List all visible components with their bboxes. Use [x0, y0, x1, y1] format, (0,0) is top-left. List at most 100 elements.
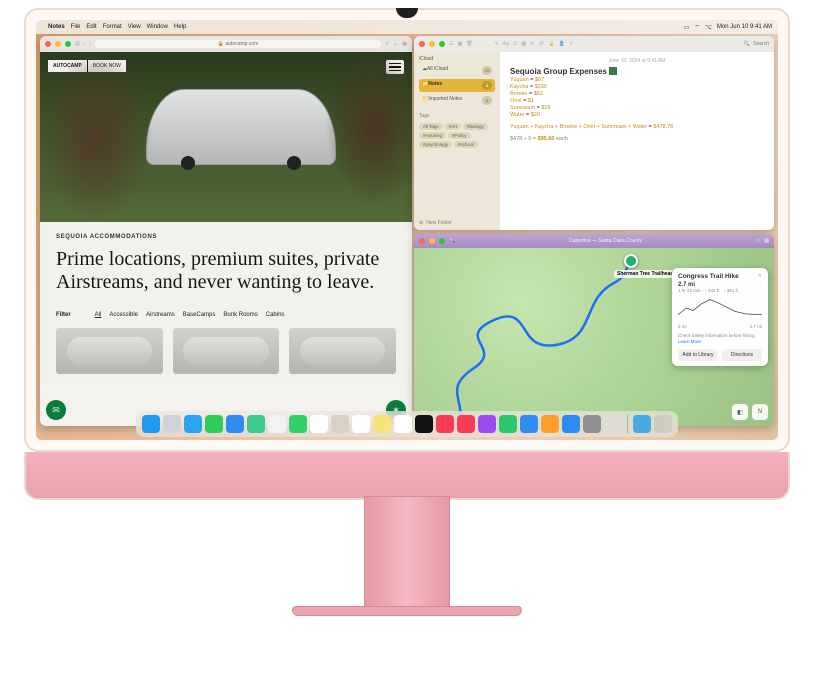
map-mode-icon[interactable]: ▤: [764, 238, 769, 244]
nav-fwd-icon[interactable]: ›: [89, 41, 91, 47]
dock-app-finder[interactable]: [142, 415, 160, 433]
dock-app-facetime[interactable]: [289, 415, 307, 433]
close-card-icon[interactable]: ✕: [758, 273, 762, 279]
chat-fab-icon[interactable]: ✉: [46, 400, 66, 420]
notes-search-input[interactable]: Search: [753, 41, 769, 47]
menu-help[interactable]: Help: [174, 24, 186, 30]
dock-app-podcasts[interactable]: [478, 415, 496, 433]
dock-app-dictionary[interactable]: [604, 415, 622, 433]
tabs-icon[interactable]: ▣: [402, 41, 407, 47]
window-min-icon[interactable]: [429, 238, 435, 244]
compose-note-icon[interactable]: ✎: [495, 41, 499, 47]
window-min-icon[interactable]: [429, 41, 435, 47]
checklist-icon[interactable]: ☑: [513, 41, 517, 47]
lock-note-icon[interactable]: 🔒: [549, 41, 555, 47]
menu-datetime[interactable]: Mon Jun 10 9:41 AM: [717, 24, 772, 30]
menu-app-name[interactable]: Notes: [48, 24, 65, 30]
filter-accessible[interactable]: Accessible: [109, 312, 138, 318]
dock-app-music[interactable]: [436, 415, 454, 433]
menu-edit[interactable]: Edit: [86, 24, 96, 30]
window-close-icon[interactable]: [45, 41, 51, 47]
tag-chip[interactable]: #Art: [445, 123, 461, 130]
dock-app-freeform[interactable]: [394, 415, 412, 433]
listing-card[interactable]: [56, 328, 163, 374]
window-zoom-icon[interactable]: [439, 238, 445, 244]
dock-app-photos[interactable]: [268, 415, 286, 433]
dock-app-keynote[interactable]: [520, 415, 538, 433]
delete-note-icon[interactable]: 🗑: [466, 41, 472, 47]
dock-app-notes[interactable]: [373, 415, 391, 433]
media-icon[interactable]: ✉: [530, 41, 534, 47]
nav-back-icon[interactable]: ‹: [84, 41, 86, 47]
directions-button[interactable]: Directions: [722, 349, 762, 361]
wifi-status-icon[interactable]: ⌔: [694, 23, 700, 31]
filter-cabins[interactable]: Cabins: [266, 312, 285, 318]
book-now-button[interactable]: BOOK NOW: [88, 60, 126, 72]
dock-app-mail[interactable]: [226, 415, 244, 433]
filter-all[interactable]: All: [95, 312, 102, 318]
maps-search-icon[interactable]: 🔍: [449, 238, 455, 244]
hamburger-menu-icon[interactable]: [386, 60, 404, 74]
dock-tray-downloads[interactable]: [633, 415, 651, 433]
dock-app-tv[interactable]: [415, 415, 433, 433]
maps-bookmark-icon[interactable]: ☆: [756, 238, 760, 244]
tag-chip[interactable]: #biology: [463, 123, 488, 130]
dock-app-news[interactable]: [457, 415, 475, 433]
dock-app-launchpad[interactable]: [163, 415, 181, 433]
window-zoom-icon[interactable]: [65, 41, 71, 47]
format-icon[interactable]: Aa: [503, 41, 509, 47]
folder-notes[interactable]: 📁 Notes 3: [419, 79, 495, 92]
grid-view-icon[interactable]: ▦: [457, 41, 462, 47]
learn-more-link[interactable]: Learn More: [678, 339, 762, 345]
note-editor[interactable]: June 10, 2024 at 9:41 AM Sequoia Group E…: [500, 52, 774, 230]
dock-tray-trash[interactable]: [654, 415, 672, 433]
folder-all-icloud[interactable]: ☁ All iCloud 29: [419, 64, 495, 77]
filter-basecamps[interactable]: BaseCamps: [183, 312, 216, 318]
tag-chip[interactable]: All Tags: [419, 123, 443, 130]
link-icon[interactable]: 🔗: [538, 41, 544, 47]
window-zoom-icon[interactable]: [439, 41, 445, 47]
filter-bunkrooms[interactable]: Bunk Rooms: [223, 312, 257, 318]
window-close-icon[interactable]: [419, 41, 425, 47]
share-icon[interactable]: ⇧: [385, 41, 389, 47]
menu-view[interactable]: View: [128, 24, 141, 30]
new-folder-button[interactable]: ⊕ New Folder: [419, 220, 495, 226]
dock-app-safari[interactable]: [184, 415, 202, 433]
battery-status-icon[interactable]: ▭: [684, 24, 690, 31]
dock-app-settings[interactable]: [583, 415, 601, 433]
new-tab-icon[interactable]: ＋: [393, 41, 398, 48]
dock-app-numbers[interactable]: [499, 415, 517, 433]
site-logo[interactable]: AUTOCAMP: [48, 60, 88, 72]
dock-app-appstore[interactable]: [562, 415, 580, 433]
compass-icon[interactable]: N: [752, 404, 768, 420]
pin-label[interactable]: Sherman Tree Trailhead: [614, 270, 676, 278]
dock-app-reminders[interactable]: [352, 415, 370, 433]
tag-chip[interactable]: #psychology: [419, 141, 452, 148]
window-close-icon[interactable]: [419, 238, 425, 244]
folder-imported[interactable]: 📁 Imported Notes 5: [419, 94, 495, 107]
dock-app-messages[interactable]: [205, 415, 223, 433]
collaborate-icon[interactable]: 👤: [559, 41, 565, 47]
table-icon[interactable]: ▦: [521, 41, 526, 47]
filter-airstreams[interactable]: Airstreams: [146, 312, 175, 318]
trailhead-pin-icon[interactable]: [624, 254, 638, 268]
map-3d-toggle-icon[interactable]: ◧: [732, 404, 748, 420]
add-to-library-button[interactable]: Add to Library: [678, 349, 718, 361]
sidebar-toggle-icon[interactable]: ▤: [75, 41, 80, 47]
tag-chip[interactable]: #Policy: [448, 132, 471, 139]
window-min-icon[interactable]: [55, 41, 61, 47]
map-canvas[interactable]: Sherman Tree Trailhead ✕ Congress Trail …: [414, 248, 774, 426]
dock-app-contacts[interactable]: [331, 415, 349, 433]
tag-chip[interactable]: #school: [454, 141, 478, 148]
dock-app-maps[interactable]: [247, 415, 265, 433]
menu-file[interactable]: File: [71, 24, 81, 30]
control-center-icon[interactable]: ⌥: [705, 24, 712, 31]
url-field[interactable]: 🔒 autocamp.com: [95, 40, 381, 48]
dock-app-pages[interactable]: [541, 415, 559, 433]
menu-window[interactable]: Window: [147, 24, 168, 30]
dock-app-calendar[interactable]: [310, 415, 328, 433]
listing-card[interactable]: [289, 328, 396, 374]
share-note-icon[interactable]: ⇧: [569, 41, 573, 47]
list-view-icon[interactable]: ☰: [449, 41, 453, 47]
menu-format[interactable]: Format: [103, 24, 122, 30]
